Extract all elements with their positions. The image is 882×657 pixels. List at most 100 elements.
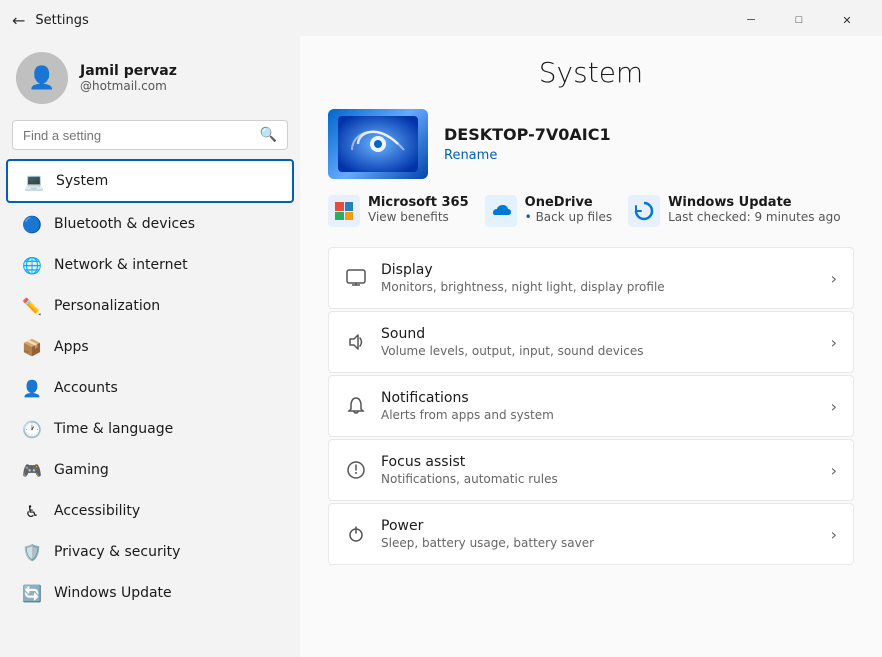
power-chevron: › (831, 525, 837, 544)
user-profile: 👤 Jamil pervaz @hotmail.com (0, 36, 300, 116)
device-name: DESKTOP-7V0AIC1 (444, 125, 611, 144)
sidebar-item-network[interactable]: 🌐 Network & internet (6, 245, 294, 285)
minimize-button[interactable]: ─ (728, 6, 774, 34)
sidebar-item-system[interactable]: 💻 System (6, 159, 294, 203)
ms365-desc: View benefits (368, 210, 469, 224)
bluetooth-icon: 🔵 (22, 214, 42, 234)
display-left: Display Monitors, brightness, night ligh… (345, 262, 665, 294)
sound-text: Sound Volume levels, output, input, soun… (381, 326, 643, 358)
focusassist-left: Focus assist Notifications, automatic ru… (345, 454, 558, 486)
ms365-text: Microsoft 365 View benefits (368, 195, 469, 224)
onedrive-desc: Back up files (525, 210, 612, 224)
timelang-icon: 🕐 (22, 419, 42, 439)
sidebar-item-timelang[interactable]: 🕐 Time & language (6, 409, 294, 449)
sidebar-item-accessibility-label: Accessibility (54, 503, 140, 519)
sidebar-item-system-label: System (56, 173, 108, 189)
maximize-button[interactable]: □ (776, 6, 822, 34)
sidebar-item-privacy[interactable]: 🛡️ Privacy & security (6, 532, 294, 572)
sidebar-item-gaming-label: Gaming (54, 462, 109, 478)
focusassist-text: Focus assist Notifications, automatic ru… (381, 454, 558, 486)
rename-link[interactable]: Rename (444, 148, 497, 163)
sidebar-item-apps[interactable]: 📦 Apps (6, 327, 294, 367)
sidebar-item-timelang-label: Time & language (54, 421, 173, 437)
sidebar-item-bluetooth-label: Bluetooth & devices (54, 216, 195, 232)
apps-icon: 📦 (22, 337, 42, 357)
focusassist-desc: Notifications, automatic rules (381, 472, 558, 486)
device-info: DESKTOP-7V0AIC1 Rename (444, 125, 611, 163)
ms365-icon (328, 195, 360, 227)
notifications-chevron: › (831, 397, 837, 416)
search-icon: 🔍 (260, 127, 277, 143)
sidebar-item-gaming[interactable]: 🎮 Gaming (6, 450, 294, 490)
notifications-desc: Alerts from apps and system (381, 408, 554, 422)
winupdate-text: Windows Update Last checked: 9 minutes a… (668, 195, 841, 224)
service-ms365[interactable]: Microsoft 365 View benefits (328, 195, 469, 227)
settings-item-power[interactable]: Power Sleep, battery usage, battery save… (328, 503, 854, 565)
update-icon: 🔄 (22, 583, 42, 603)
sidebar-item-update[interactable]: 🔄 Windows Update (6, 573, 294, 613)
focusassist-icon (345, 459, 367, 481)
power-title: Power (381, 518, 594, 534)
personalization-icon: ✏️ (22, 296, 42, 316)
winupdate-name: Windows Update (668, 195, 841, 210)
accounts-icon: 👤 (22, 378, 42, 398)
service-winupdate[interactable]: Windows Update Last checked: 9 minutes a… (628, 195, 841, 227)
settings-item-sound[interactable]: Sound Volume levels, output, input, soun… (328, 311, 854, 373)
sidebar-item-accessibility[interactable]: ♿ Accessibility (6, 491, 294, 531)
close-button[interactable]: ✕ (824, 6, 870, 34)
sidebar-item-bluetooth[interactable]: 🔵 Bluetooth & devices (6, 204, 294, 244)
window-controls: ─ □ ✕ (728, 6, 870, 34)
settings-item-notifications[interactable]: Notifications Alerts from apps and syste… (328, 375, 854, 437)
power-text: Power Sleep, battery usage, battery save… (381, 518, 594, 550)
focusassist-chevron: › (831, 461, 837, 480)
notifications-title: Notifications (381, 390, 554, 406)
onedrive-text: OneDrive Back up files (525, 195, 612, 224)
gaming-icon: 🎮 (22, 460, 42, 480)
sidebar-item-apps-label: Apps (54, 339, 89, 355)
settings-list: Display Monitors, brightness, night ligh… (328, 247, 854, 565)
app-title: Settings (35, 13, 88, 28)
sidebar-item-network-label: Network & internet (54, 257, 188, 273)
search-box: 🔍 (12, 120, 288, 150)
display-text: Display Monitors, brightness, night ligh… (381, 262, 665, 294)
avatar: 👤 (16, 52, 68, 104)
back-button[interactable]: ← (12, 11, 25, 30)
network-icon: 🌐 (22, 255, 42, 275)
sidebar-item-personalization-label: Personalization (54, 298, 160, 314)
main-content: System DE (300, 36, 882, 657)
sound-title: Sound (381, 326, 643, 342)
page-title: System (328, 56, 854, 89)
display-desc: Monitors, brightness, night light, displ… (381, 280, 665, 294)
sound-chevron: › (831, 333, 837, 352)
sound-icon (345, 331, 367, 353)
device-thumbnail (328, 109, 428, 179)
device-card: DESKTOP-7V0AIC1 Rename (328, 109, 854, 179)
privacy-icon: 🛡️ (22, 542, 42, 562)
ms365-name: Microsoft 365 (368, 195, 469, 210)
sidebar-item-accounts[interactable]: 👤 Accounts (6, 368, 294, 408)
sidebar-item-personalization[interactable]: ✏️ Personalization (6, 286, 294, 326)
notifications-left: Notifications Alerts from apps and syste… (345, 390, 554, 422)
display-title: Display (381, 262, 665, 278)
power-left: Power Sleep, battery usage, battery save… (345, 518, 594, 550)
sidebar-item-accounts-label: Accounts (54, 380, 118, 396)
service-onedrive[interactable]: OneDrive Back up files (485, 195, 612, 227)
settings-item-display[interactable]: Display Monitors, brightness, night ligh… (328, 247, 854, 309)
user-email: @hotmail.com (80, 79, 177, 93)
focusassist-title: Focus assist (381, 454, 558, 470)
accessibility-icon: ♿ (22, 501, 42, 521)
power-icon (345, 523, 367, 545)
sidebar-item-privacy-label: Privacy & security (54, 544, 180, 560)
winupdate-icon (628, 195, 660, 227)
power-desc: Sleep, battery usage, battery saver (381, 536, 594, 550)
settings-item-focusassist[interactable]: Focus assist Notifications, automatic ru… (328, 439, 854, 501)
title-bar: ← Settings ─ □ ✕ (0, 0, 882, 36)
search-input[interactable] (23, 128, 252, 143)
winupdate-desc: Last checked: 9 minutes ago (668, 210, 841, 224)
onedrive-name: OneDrive (525, 195, 612, 210)
notifications-text: Notifications Alerts from apps and syste… (381, 390, 554, 422)
sidebar: 👤 Jamil pervaz @hotmail.com 🔍 💻 System 🔵… (0, 36, 300, 657)
display-icon (345, 267, 367, 289)
display-chevron: › (831, 269, 837, 288)
sound-desc: Volume levels, output, input, sound devi… (381, 344, 643, 358)
